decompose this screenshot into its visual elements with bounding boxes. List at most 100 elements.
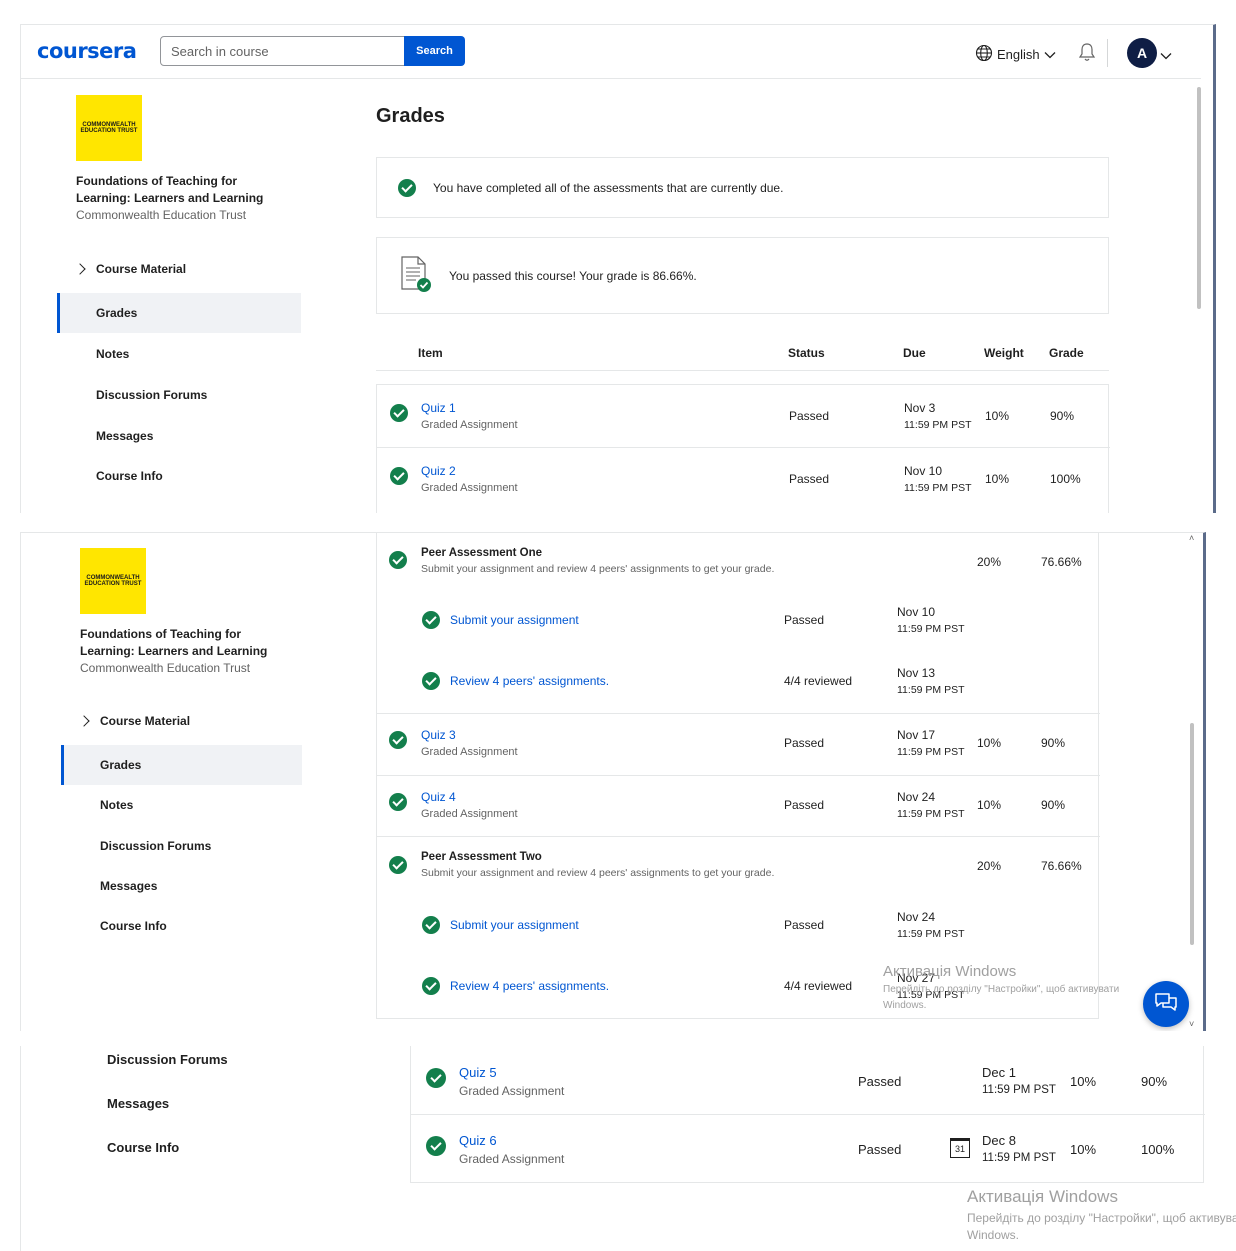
chevron-right-icon <box>74 263 86 275</box>
grade: 100% <box>1141 1142 1175 1157</box>
sidebar-item-messages[interactable]: Messages <box>107 1096 169 1111</box>
sidebar-item-grades[interactable]: Grades <box>57 293 301 333</box>
due-date: Dec 8 <box>982 1133 1016 1148</box>
due-date: Dec 1 <box>982 1065 1016 1080</box>
review-peers-link[interactable]: Review 4 peers' assignments. <box>450 674 609 688</box>
globe-icon <box>975 44 993 65</box>
peer-assessment-one-title: Peer Assessment One <box>421 547 543 559</box>
quiz-3-link[interactable]: Quiz 3 <box>421 728 456 742</box>
avatar-chevron-down-icon[interactable] <box>1160 49 1172 63</box>
status: Passed <box>858 1074 902 1089</box>
table-row: Quiz 2 Graded Assignment Passed Nov 10 1… <box>377 448 1110 510</box>
check-circle-icon <box>389 551 407 569</box>
scrollbar[interactable] <box>1197 87 1201 309</box>
scrollbar[interactable]: ˄ ˅ <box>1187 533 1199 1029</box>
status: 4/4 reviewed <box>784 979 853 993</box>
sidebar-item-course-material[interactable]: Course Material <box>74 261 320 277</box>
coursera-logo[interactable]: coursera <box>37 39 137 63</box>
grade: 76.66% <box>1041 859 1082 873</box>
due-time: 11:59 PM PST <box>897 746 965 758</box>
weight: 10% <box>985 409 1010 423</box>
grade: 90% <box>1050 409 1075 423</box>
bell-icon[interactable] <box>1078 42 1096 65</box>
column-header-item: Item <box>418 346 443 360</box>
column-header-weight: Weight <box>984 346 1024 360</box>
check-circle-icon <box>389 731 407 749</box>
completed-message: You have completed all of the assessment… <box>433 181 784 195</box>
scroll-down-icon[interactable]: ˅ <box>1189 1019 1194 1029</box>
check-circle-icon <box>422 916 440 934</box>
due-date: Nov 13 <box>897 666 936 680</box>
due-time: 11:59 PM PST <box>897 623 965 635</box>
divider <box>377 713 1100 714</box>
peer-assessment-two-title: Peer Assessment Two <box>421 851 542 863</box>
sidebar-item-label: Grades <box>96 306 138 320</box>
page-title: Grades <box>376 105 445 127</box>
status: Passed <box>789 472 830 486</box>
due-time: 11:59 PM PST <box>897 928 965 940</box>
check-circle-icon <box>398 179 416 197</box>
sidebar-item-notes[interactable]: Notes <box>96 347 129 361</box>
screenshot-panel-3: Discussion Forums Messages Course Info Q… <box>20 1046 1236 1251</box>
grades-table: Quiz 1 Graded Assignment Passed Nov 3 11… <box>376 384 1110 513</box>
sidebar-item-messages[interactable]: Messages <box>100 879 157 893</box>
status: Passed <box>858 1142 902 1157</box>
check-circle-icon <box>390 467 408 485</box>
avatar[interactable]: A <box>1127 38 1157 68</box>
quiz-1-link[interactable]: Quiz 1 <box>421 401 456 415</box>
course-title[interactable]: Foundations of Teaching for Learning: Le… <box>76 173 276 207</box>
search-input[interactable]: Search in course <box>160 36 405 66</box>
header-divider-line <box>21 78 1201 79</box>
sidebar-item-notes[interactable]: Notes <box>100 798 133 812</box>
language-selector[interactable]: English <box>975 44 1056 65</box>
peer-assessment-desc: Submit your assignment and review 4 peer… <box>421 563 775 575</box>
due-time: 11:59 PM PST <box>897 684 965 696</box>
quiz-6-link[interactable]: Quiz 6 <box>459 1133 497 1148</box>
course-logo: COMMONWEALTH EDUCATION TRUST <box>76 95 142 161</box>
divider <box>377 836 1100 837</box>
windows-activation-line: Перейдіть до розділу "Настройки", щоб ак… <box>967 1211 1236 1225</box>
due-date: Nov 3 <box>904 401 936 415</box>
scroll-up-icon[interactable]: ˄ <box>1189 533 1194 543</box>
submit-assignment-link[interactable]: Submit your assignment <box>450 918 579 932</box>
sidebar-item-course-material[interactable]: Course Material <box>78 713 320 729</box>
quiz-5-link[interactable]: Quiz 5 <box>459 1065 497 1080</box>
weight: 20% <box>977 859 1002 873</box>
windows-activation-title: Активація Windows <box>883 963 1017 980</box>
sidebar-item-messages[interactable]: Messages <box>96 429 153 443</box>
calendar-icon[interactable]: 31 <box>950 1138 970 1158</box>
windows-activation-title: Активація Windows <box>967 1187 1118 1206</box>
sidebar-item-discussion-forums[interactable]: Discussion Forums <box>107 1052 228 1067</box>
due-date: Nov 10 <box>904 464 943 478</box>
windows-activation-line: Перейдіть до розділу "Настройки", щоб ак… <box>883 984 1120 995</box>
weight: 10% <box>1070 1074 1097 1089</box>
sidebar-item-discussion-forums[interactable]: Discussion Forums <box>100 839 211 853</box>
scrollbar-thumb[interactable] <box>1190 723 1194 945</box>
check-circle-icon <box>389 793 407 811</box>
grade: 90% <box>1141 1074 1168 1089</box>
due-time: 11:59 PM PST <box>904 419 972 431</box>
course-title[interactable]: Foundations of Teaching for Learning: Le… <box>80 626 280 660</box>
check-circle-icon <box>422 672 440 690</box>
windows-activation-line: Windows. <box>967 1228 1020 1242</box>
sidebar-item-course-info[interactable]: Course Info <box>96 469 163 483</box>
sidebar-item-grades[interactable]: Grades <box>61 745 302 785</box>
due-date: Nov 24 <box>897 790 936 804</box>
chat-icon <box>1154 992 1178 1017</box>
quiz-4-link[interactable]: Quiz 4 <box>421 790 456 804</box>
sidebar-item-course-info[interactable]: Course Info <box>107 1140 179 1155</box>
search-button[interactable]: Search <box>404 36 465 66</box>
passed-message: You passed this course! Your grade is 86… <box>449 269 697 283</box>
quiz-2-link[interactable]: Quiz 2 <box>421 464 456 478</box>
chat-button[interactable] <box>1143 981 1189 1027</box>
course-logo: COMMONWEALTH EDUCATION TRUST <box>80 548 146 614</box>
weight: 20% <box>977 555 1002 569</box>
sidebar-item-discussion-forums[interactable]: Discussion Forums <box>96 388 207 402</box>
submit-assignment-link[interactable]: Submit your assignment <box>450 613 579 627</box>
due-time: 11:59 PM PST <box>982 1152 1056 1164</box>
review-peers-link[interactable]: Review 4 peers' assignments. <box>450 979 609 993</box>
screenshot-panel-2: COMMONWEALTH EDUCATION TRUST Foundations… <box>20 532 1206 1031</box>
grade: 90% <box>1041 798 1066 812</box>
sidebar-item-course-info[interactable]: Course Info <box>100 919 167 933</box>
weight: 10% <box>985 472 1010 486</box>
